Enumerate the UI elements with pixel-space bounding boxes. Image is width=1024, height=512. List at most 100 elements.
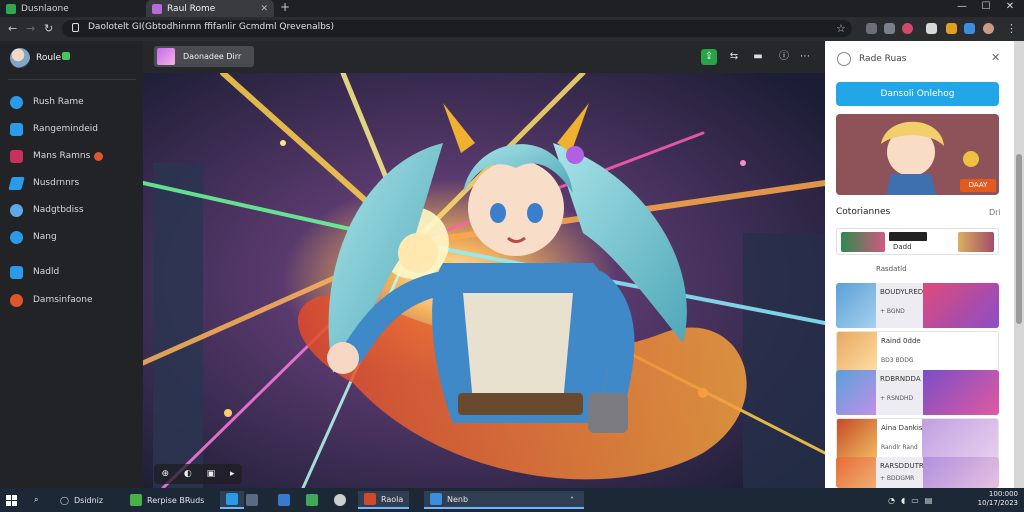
close-icon[interactable]: ✕ xyxy=(991,51,1000,64)
contrast-icon[interactable]: ◐ xyxy=(184,469,192,479)
item-subtitle: BD3 BDDG xyxy=(881,357,914,364)
sidebar-item-2[interactable]: Rangemindeid xyxy=(10,121,98,137)
extension-icon[interactable] xyxy=(964,23,975,34)
sidebar-item-7[interactable]: Nadld xyxy=(10,264,59,280)
bookmark-star-icon[interactable]: ☆ xyxy=(836,22,846,35)
taskbar-app-1[interactable] xyxy=(246,491,258,509)
sidebar-item-label: Rush Rame xyxy=(33,97,84,107)
clock[interactable]: 100:000 10/17/2023 xyxy=(960,490,1018,508)
search-icon[interactable]: ⌕ xyxy=(34,491,38,509)
viewer-thumbnail xyxy=(157,48,175,65)
system-tray: ◔ ◖ ▭ ▤ xyxy=(888,491,932,509)
browser-tab-2[interactable]: Raul Rome ✕ xyxy=(146,0,274,17)
extension-icon[interactable] xyxy=(946,23,957,34)
start-button[interactable] xyxy=(6,491,17,509)
card-thumbnail xyxy=(958,232,994,252)
item-thumbnail xyxy=(836,457,876,488)
scrollbar-thumb[interactable] xyxy=(1016,154,1022,324)
app-icon xyxy=(278,494,290,506)
sidebar-item-5[interactable]: Nadgtbdiss xyxy=(10,202,84,218)
tab-close-icon[interactable]: ✕ xyxy=(260,4,268,14)
close-window-button[interactable]: ✕ xyxy=(998,1,1022,12)
panel-title: Rade Ruas xyxy=(859,54,907,64)
app-icon xyxy=(334,494,346,506)
app-icon xyxy=(246,494,258,506)
globe-icon xyxy=(10,95,23,109)
notification-icon[interactable]: ▤ xyxy=(925,496,933,505)
minimize-button[interactable]: — xyxy=(950,1,974,12)
taskbar-search[interactable]: ◯ Dsidniz xyxy=(60,491,103,509)
taskbar-item-3[interactable]: Nenb xyxy=(424,491,584,509)
list-item[interactable]: Dadd xyxy=(836,228,999,255)
reload-icon[interactable]: ↻ xyxy=(44,22,53,35)
sidebar-item-4[interactable]: Nusdrnnrs xyxy=(8,175,79,191)
extension-icon[interactable] xyxy=(902,23,913,34)
taskbar-app-4[interactable] xyxy=(334,491,346,509)
item-thumbnail xyxy=(837,332,877,375)
extension-icon[interactable] xyxy=(866,23,877,34)
sidebar-item-6[interactable]: Nang xyxy=(10,229,57,245)
taskbar-app-3[interactable] xyxy=(306,491,318,509)
frame-icon[interactable]: ▣ xyxy=(207,469,216,479)
sidebar-item-label: Damsinfaone xyxy=(33,295,93,305)
cortana-icon: ◯ xyxy=(60,495,69,505)
share-icon[interactable]: ⇪ xyxy=(701,49,717,65)
volume-icon[interactable]: ◖ xyxy=(901,496,905,505)
battery-icon[interactable]: ▭ xyxy=(911,496,919,505)
browser-icon xyxy=(226,493,238,505)
list-item[interactable]: BOUDYLREDOE + BGND xyxy=(836,283,999,328)
taskbar-app-edge[interactable] xyxy=(220,491,244,509)
list-item[interactable]: RARSDDUTRDN + BDDGMR xyxy=(836,457,999,488)
taskbar-item-label: Rerpise BRuds xyxy=(147,495,205,505)
chevron-icon[interactable]: ˄ xyxy=(570,491,574,509)
extension-icon[interactable] xyxy=(926,23,937,34)
clock-date: 10/17/2023 xyxy=(977,499,1018,507)
taskbar-item-2[interactable]: Raola xyxy=(358,491,410,509)
taskbar-app-2[interactable] xyxy=(278,491,290,509)
sidebar-username: Roule xyxy=(36,53,62,63)
taskbar-item-label: Nenb xyxy=(447,494,469,504)
pencil-icon xyxy=(8,176,25,190)
item-subtitle: Randlr Rand xyxy=(881,444,918,451)
section-more-link[interactable]: Dri xyxy=(989,208,1001,217)
network-icon[interactable]: ◔ xyxy=(888,496,895,505)
browser-tab-1[interactable]: Dusnlaone xyxy=(0,0,140,17)
panel-primary-button[interactable]: Dansoli Onlehog xyxy=(836,82,999,106)
sidebar-item-3[interactable]: Mans Ramns xyxy=(10,148,104,164)
menu-dots-icon[interactable]: ⋮ xyxy=(1006,22,1017,35)
info-icon[interactable]: ⓘ xyxy=(776,49,792,65)
comment-icon[interactable]: ▬ xyxy=(750,49,766,65)
image-controls: ⊕ ◐ ▣ ▸ xyxy=(154,464,242,484)
list-item[interactable]: RDBRNDDA + RSNDHD xyxy=(836,370,999,415)
app-icon xyxy=(364,493,376,505)
address-text: Daolotelt GI(Gbtodhinrnn ffifanlir Gcmdm… xyxy=(88,22,335,32)
item-subtitle: + BDDGMR xyxy=(880,475,915,482)
taskbar-search-label: Dsidniz xyxy=(73,495,104,505)
settings-icon xyxy=(10,293,23,307)
card-subtitle: Rasdatld xyxy=(876,265,907,273)
video-icon xyxy=(10,149,23,163)
artwork-image xyxy=(143,73,825,488)
tool-icon[interactable]: ⇆ xyxy=(726,49,742,65)
app-icon xyxy=(306,494,318,506)
more-icon[interactable]: ⋯ xyxy=(797,49,813,65)
brush-icon xyxy=(10,203,23,217)
new-tab-button[interactable]: + xyxy=(280,0,290,14)
cloud-icon xyxy=(10,230,23,244)
profile-avatar[interactable] xyxy=(983,23,994,34)
sidebar-item-1[interactable]: Rush Rame xyxy=(10,94,84,110)
item-thumbnail xyxy=(837,419,877,462)
extension-icon[interactable] xyxy=(884,23,895,34)
panel-icon xyxy=(837,52,851,66)
lock-icon xyxy=(72,23,79,32)
viewer-title: Daonadee Dirr xyxy=(183,52,242,61)
play-icon[interactable]: ▸ xyxy=(230,469,235,479)
taskbar-item-1[interactable]: Rerpise BRuds xyxy=(130,491,204,509)
avatar[interactable] xyxy=(10,48,30,68)
item-thumbnail xyxy=(922,419,998,462)
sidebar-item-8[interactable]: Damsinfaone xyxy=(10,292,93,308)
maximize-button[interactable]: ☐ xyxy=(974,1,998,12)
back-icon[interactable]: ← xyxy=(8,22,17,35)
zoom-icon[interactable]: ⊕ xyxy=(161,469,169,479)
forward-icon[interactable]: → xyxy=(26,22,35,35)
